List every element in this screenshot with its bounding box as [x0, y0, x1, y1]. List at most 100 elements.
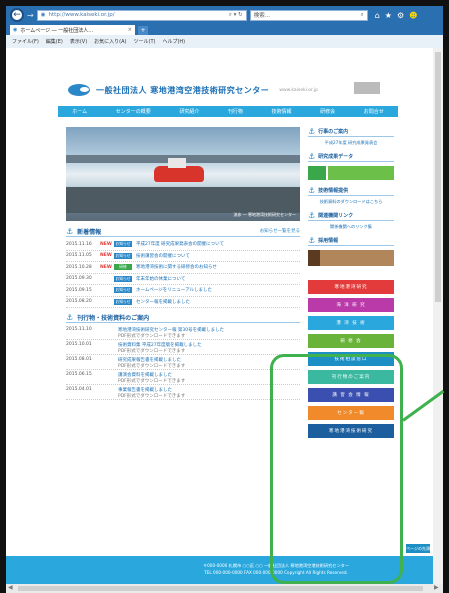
- footer-line-2: TEL 000-000-0000 FAX 000-000-0000 Copyri…: [204, 570, 348, 575]
- menu-tools[interactable]: ツール(T): [134, 38, 156, 45]
- side-banner[interactable]: 刊行物のご案内: [308, 370, 394, 384]
- news-more-link[interactable]: お知らせ一覧を見る: [260, 228, 300, 234]
- menu-view[interactable]: 表示(V): [70, 38, 87, 45]
- category-badge: お知らせ: [114, 252, 132, 259]
- news-title-link[interactable]: 年末年始の休業について: [136, 276, 185, 282]
- hero-boat: [154, 158, 204, 182]
- menu-edit[interactable]: 編集(E): [46, 38, 63, 45]
- smiley-icon[interactable]: ☻: [409, 11, 417, 20]
- horizontal-scrollbar[interactable]: ◀ ▶: [6, 584, 443, 593]
- news-row[interactable]: 2015.10.28 NEW 研修 寒地港湾技術に関する研修会のお知らせ: [66, 262, 300, 274]
- nav-training[interactable]: 研修会: [320, 108, 335, 115]
- research-tile[interactable]: [308, 166, 326, 180]
- category-badge: お知らせ: [114, 287, 132, 294]
- address-bar[interactable]: ◉ http://www.kaiseki.or.jp/ ⌕ ▾ ↻: [36, 9, 247, 21]
- tab-title: ホームページ ― 一般社団法人...: [20, 27, 94, 34]
- tab-active[interactable]: ◉ ホームページ ― 一般社団法人... ×: [10, 25, 135, 35]
- vertical-scrollbar[interactable]: [433, 48, 443, 584]
- category-badge: お知らせ: [114, 241, 132, 248]
- side-link-text[interactable]: 関係機関へのリンク集: [308, 224, 394, 230]
- org-url: www.kaiseki.or.jp: [279, 87, 319, 93]
- nav-research[interactable]: 研究紹介: [179, 108, 199, 115]
- side-banner[interactable]: センター報: [308, 406, 394, 420]
- pub-sub: PDF形式でダウンロードできます: [118, 364, 186, 369]
- side-banner[interactable]: 研 修 会: [308, 334, 394, 348]
- browser-window: ← → ◉ http://www.kaiseki.or.jp/ ⌕ ▾ ↻ 検索…: [0, 0, 449, 593]
- pub-body: 技術資料集 平成27年度版を掲載しました PDF形式でダウンロードできます: [118, 342, 300, 354]
- home-icon[interactable]: ⌂: [375, 11, 380, 20]
- search-icon[interactable]: ⌕: [361, 12, 364, 19]
- news-row[interactable]: 2015.09.30 お知らせ 年末年始の休業について: [66, 274, 300, 285]
- forward-button[interactable]: →: [27, 11, 34, 20]
- page-top-button[interactable]: ページの先頭へ: [406, 544, 430, 560]
- side-tech-title: 技術情報提供: [318, 188, 349, 194]
- pub-date: 2015.11.10: [66, 327, 92, 332]
- anchor-icon: ⚓: [66, 226, 74, 236]
- news-row[interactable]: 2015.11.05 NEW お知らせ 技術講習会の開催について: [66, 251, 300, 262]
- nav-tech[interactable]: 技術情報: [272, 108, 292, 115]
- ie-icon: ◉: [40, 12, 46, 18]
- nav-home[interactable]: ホーム: [72, 108, 87, 115]
- header-search-button[interactable]: [354, 82, 380, 94]
- side-banner[interactable]: 技術相談窓口: [308, 352, 394, 366]
- side-banner[interactable]: 港 湾 技 術: [308, 316, 394, 330]
- search-dropdown-icon[interactable]: ⌕ ▾ ↻: [229, 12, 243, 19]
- right-sidebar: ⚓ 行事のご案内 平成27年度 研究成果発表会 ⚓ 研究成果データ ⚓ 技術情報…: [308, 127, 394, 438]
- side-tech-link[interactable]: 技術資料のダウンロードはこちら: [308, 199, 394, 205]
- side-research-title: 研究成果データ: [318, 154, 354, 160]
- news-row[interactable]: 2015.11.16 NEW お知らせ 平成27年度 研究成果発表会の開催について: [66, 239, 300, 251]
- pub-row[interactable]: 2015.11.10 寒地港湾技術研究センター報 第30号を掲載しました PDF形式…: [66, 325, 300, 340]
- menu-file[interactable]: ファイル(F): [12, 38, 39, 45]
- site-logo[interactable]: [68, 84, 90, 96]
- side-events-link[interactable]: 平成27年度 研究成果発表会: [308, 140, 394, 146]
- new-badge: NEW: [100, 253, 112, 259]
- side-link-title: 関連機関リンク: [318, 213, 354, 219]
- news-title-link[interactable]: センター報を掲載しました: [136, 299, 190, 305]
- recruit-banner[interactable]: [308, 250, 394, 266]
- recruit-banner-image: [308, 250, 320, 266]
- anchor-icon: ⚓: [308, 211, 316, 220]
- news-title-link[interactable]: 技術講習会の開催について: [136, 253, 190, 259]
- org-name[interactable]: 一般社団法人 寒地港湾空港技術研究センター: [96, 85, 269, 96]
- scroll-left-icon[interactable]: ◀: [8, 584, 13, 591]
- side-banner[interactable]: 寒地港湾技術研究: [308, 424, 394, 438]
- menu-bar: ファイル(F) 編集(E) 表示(V) お気に入り(A) ツール(T) ヘルプ(…: [6, 35, 443, 48]
- news-title-link[interactable]: ホームページをリニューアルしました: [136, 287, 212, 293]
- pub-date: 2015.08.01: [66, 357, 92, 362]
- nav-contact[interactable]: お問合せ: [364, 108, 384, 115]
- nav-about[interactable]: センターの概要: [116, 108, 151, 115]
- scrollbar-thumb[interactable]: [18, 586, 423, 591]
- nav-publications[interactable]: 刊行物: [228, 108, 243, 115]
- side-banner[interactable]: 寒地港湾研究: [308, 280, 394, 294]
- news-title-link[interactable]: 平成27年度 研究成果発表会の開催について: [136, 241, 224, 247]
- pub-row[interactable]: 2015.10.01 技術資料集 平成27年度版を掲載しました PDF形式でダウンロ…: [66, 340, 300, 355]
- pub-sub: PDF形式でダウンロードできます: [118, 349, 186, 354]
- news-date: 2015.10.28: [66, 264, 92, 270]
- side-banner[interactable]: 講 習 会 情 報: [308, 388, 394, 402]
- pub-row[interactable]: 2015.06.15 講演会資料を掲載しました PDF形式でダウンロードできます: [66, 370, 300, 385]
- pub-sub: PDF形式でダウンロードできます: [118, 379, 186, 384]
- back-button[interactable]: ←: [10, 8, 24, 22]
- research-tile[interactable]: [328, 166, 394, 180]
- side-banner[interactable]: 海 洋 研 究: [308, 298, 394, 312]
- news-title-link[interactable]: 寒地港湾技術に関する研修会のお知らせ: [136, 264, 217, 270]
- pub-row[interactable]: 2015.08.01 研究成果報告書を掲載しました PDF形式でダウンロードできます: [66, 355, 300, 370]
- news-date: 2015.11.05: [66, 253, 92, 259]
- address-text: http://www.kaiseki.or.jp/: [48, 12, 115, 18]
- browser-nav-row: ← → ◉ http://www.kaiseki.or.jp/ ⌕ ▾ ↻ 検索…: [6, 6, 443, 24]
- pub-row[interactable]: 2015.04.01 事業報告書を掲載しました PDF形式でダウンロードできます: [66, 385, 300, 400]
- pub-body: 研究成果報告書を掲載しました PDF形式でダウンロードできます: [118, 357, 300, 369]
- close-icon[interactable]: ×: [128, 27, 132, 33]
- news-row[interactable]: 2015.08.20 お知らせ センター報を掲載しました: [66, 297, 300, 308]
- new-tab-button[interactable]: +: [138, 26, 148, 35]
- star-icon[interactable]: ★: [385, 11, 392, 20]
- menu-favorites[interactable]: お気に入り(A): [94, 38, 126, 45]
- arrow-left-icon: ←: [13, 9, 21, 20]
- search-box[interactable]: 検索... ⌕: [249, 9, 368, 21]
- scrollbar-thumb[interactable]: [435, 52, 441, 302]
- news-row[interactable]: 2015.09.15 お知らせ ホームページをリニューアルしました: [66, 285, 300, 297]
- anchor-icon: ⚓: [308, 186, 316, 195]
- scroll-right-icon[interactable]: ▶: [434, 584, 439, 591]
- gear-icon[interactable]: ⚙: [397, 11, 404, 20]
- menu-help[interactable]: ヘルプ(H): [162, 38, 185, 45]
